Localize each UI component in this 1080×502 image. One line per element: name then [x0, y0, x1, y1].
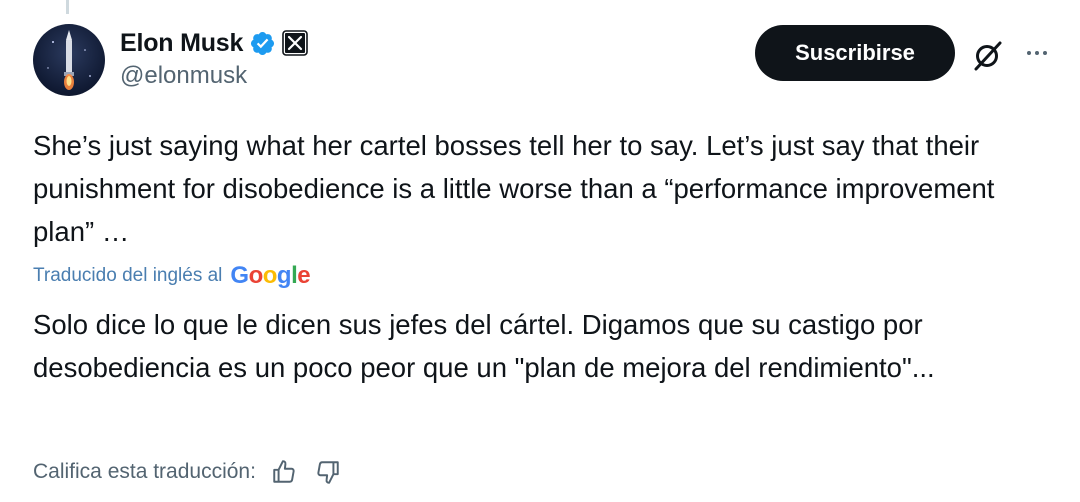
display-name[interactable]: Elon Musk — [120, 29, 243, 58]
handle[interactable]: @elonmusk — [120, 62, 308, 90]
more-options-icon[interactable] — [1020, 38, 1054, 68]
verified-badge-icon[interactable] — [249, 30, 276, 57]
translated-from-label[interactable]: Traducido del inglés al — [33, 265, 222, 287]
translation-attribution: Traducido del inglés al Google — [33, 262, 311, 290]
grok-icon[interactable] — [971, 38, 1005, 72]
name-row: Elon Musk — [120, 26, 309, 60]
google-logo: Google — [230, 262, 311, 289]
translated-text: Solo dice lo que le dicen sus jefes del … — [33, 309, 935, 383]
tweet-text: She’s just saying what her cartel bosses… — [33, 130, 995, 247]
avatar[interactable] — [33, 24, 105, 96]
thumbs-up-icon[interactable] — [268, 456, 300, 488]
thread-connector-line — [66, 0, 69, 14]
rate-translation-row: Califica esta traducción: — [33, 456, 344, 488]
thumbs-down-icon[interactable] — [312, 456, 344, 488]
author-block: Elon Musk @elonmusk — [120, 26, 309, 90]
avatar-image — [47, 30, 91, 90]
tweet-header: Elon Musk @elonmusk Suscribirse — [33, 22, 1060, 102]
x-logo-icon[interactable] — [282, 30, 309, 56]
rate-translation-label: Califica esta traducción: — [33, 460, 256, 483]
subscribe-button[interactable]: Suscribirse — [755, 25, 955, 81]
